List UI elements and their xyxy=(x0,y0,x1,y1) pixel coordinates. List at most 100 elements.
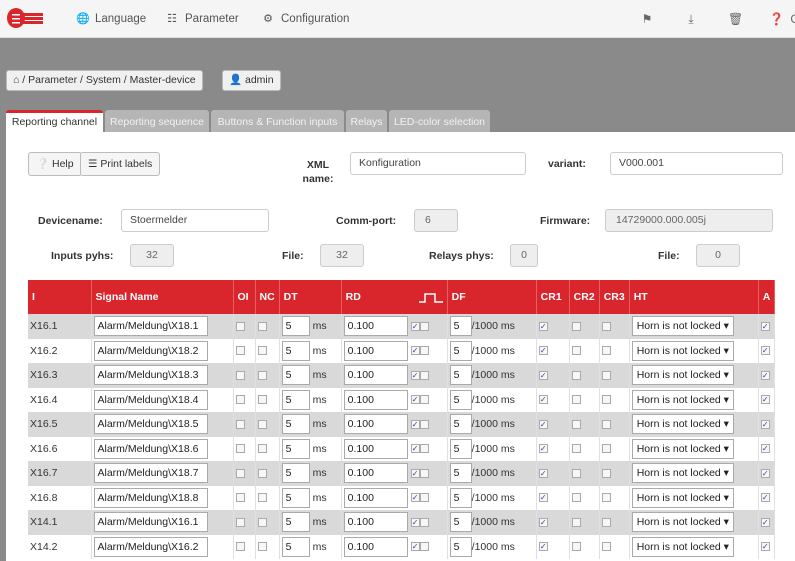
cr2-checkbox[interactable] xyxy=(571,493,581,503)
cr1-checkbox[interactable]: ✓ xyxy=(538,468,548,478)
rd-input[interactable]: 0.100 xyxy=(343,487,408,508)
signal-name-input[interactable]: Alarm/Meldung\X18.1 xyxy=(93,316,208,337)
a-checkbox[interactable]: ✓ xyxy=(760,321,770,331)
a-checkbox[interactable]: ✓ xyxy=(760,395,770,405)
horn-lock-select[interactable]: Horn is not locked ▾ xyxy=(631,512,734,533)
nav-configuration[interactable]: ⚙ Configuration xyxy=(262,0,349,38)
horn-lock-select[interactable]: Horn is not locked ▾ xyxy=(631,463,734,484)
cr3-checkbox[interactable] xyxy=(601,346,611,356)
horn-lock-select[interactable]: Horn is not locked ▾ xyxy=(631,487,734,508)
nav-language[interactable]: 🌐 Language xyxy=(76,0,146,38)
cr3-checkbox[interactable] xyxy=(601,517,611,527)
rd-checkbox-off[interactable] xyxy=(419,444,429,454)
cr3-checkbox[interactable] xyxy=(601,395,611,405)
signal-name-input[interactable]: Alarm/Meldung\X18.3 xyxy=(93,365,208,386)
cr2-checkbox[interactable] xyxy=(571,370,581,380)
dt-input[interactable]: 5 xyxy=(281,365,310,386)
signal-name-input[interactable]: Alarm/Meldung\X16.1 xyxy=(93,512,208,533)
nc-checkbox[interactable] xyxy=(257,395,267,405)
cr2-checkbox[interactable] xyxy=(571,346,581,356)
signal-name-input[interactable]: Alarm/Meldung\X16.2 xyxy=(93,536,208,557)
tab-relays[interactable]: Relays xyxy=(346,110,387,132)
cr1-checkbox[interactable]: ✓ xyxy=(538,419,548,429)
oi-checkbox[interactable] xyxy=(235,370,245,380)
rd-checkbox-off[interactable] xyxy=(419,395,429,405)
oi-checkbox[interactable] xyxy=(235,321,245,331)
df-input[interactable]: 5 xyxy=(449,463,472,484)
signal-name-input[interactable]: Alarm/Meldung\X18.2 xyxy=(93,340,208,361)
oi-checkbox[interactable] xyxy=(235,444,245,454)
signal-name-input[interactable]: Alarm/Meldung\X18.8 xyxy=(93,487,208,508)
cr1-checkbox[interactable]: ✓ xyxy=(538,517,548,527)
rd-checkbox-off[interactable] xyxy=(419,346,429,356)
signal-name-input[interactable]: Alarm/Meldung\X18.4 xyxy=(93,389,208,410)
df-input[interactable]: 5 xyxy=(449,389,472,410)
oi-checkbox[interactable] xyxy=(235,542,245,552)
df-input[interactable]: 5 xyxy=(449,340,472,361)
rd-checkbox-off[interactable] xyxy=(419,468,429,478)
user-button[interactable]: 👤 admin xyxy=(222,70,281,91)
cr1-checkbox[interactable]: ✓ xyxy=(538,395,548,405)
rd-input[interactable]: 0.100 xyxy=(343,389,408,410)
signal-name-input[interactable]: Alarm/Meldung\X18.6 xyxy=(93,438,208,459)
cr3-checkbox[interactable] xyxy=(601,419,611,429)
df-input[interactable]: 5 xyxy=(449,536,472,557)
df-input[interactable]: 5 xyxy=(449,438,472,459)
cr2-checkbox[interactable] xyxy=(571,321,581,331)
cr2-checkbox[interactable] xyxy=(571,517,581,527)
cr2-checkbox[interactable] xyxy=(571,542,581,552)
cr2-checkbox[interactable] xyxy=(571,419,581,429)
rd-checkbox-on[interactable]: ✓ xyxy=(410,321,420,331)
rd-checkbox-off[interactable] xyxy=(419,542,429,552)
horn-lock-select[interactable]: Horn is not locked ▾ xyxy=(631,365,734,386)
tab-reporting-channel[interactable]: Reporting channel xyxy=(6,110,103,132)
rd-checkbox-on[interactable]: ✓ xyxy=(410,419,420,429)
horn-lock-select[interactable]: Horn is not locked ▾ xyxy=(631,389,734,410)
cr3-checkbox[interactable] xyxy=(601,493,611,503)
cr1-checkbox[interactable]: ✓ xyxy=(538,321,548,331)
dt-input[interactable]: 5 xyxy=(281,340,310,361)
rd-input[interactable]: 0.100 xyxy=(343,463,408,484)
flag-icon[interactable]: ⚑ xyxy=(640,12,654,26)
dt-input[interactable]: 5 xyxy=(281,438,310,459)
dt-input[interactable]: 5 xyxy=(281,414,310,435)
df-input[interactable]: 5 xyxy=(449,365,472,386)
a-checkbox[interactable]: ✓ xyxy=(760,444,770,454)
cr3-checkbox[interactable] xyxy=(601,321,611,331)
rd-checkbox-on[interactable]: ✓ xyxy=(410,395,420,405)
rd-input[interactable]: 0.100 xyxy=(343,316,408,337)
rd-checkbox-off[interactable] xyxy=(419,321,429,331)
tab-reporting-sequence[interactable]: Reporting sequence xyxy=(105,110,209,132)
nc-checkbox[interactable] xyxy=(257,370,267,380)
nc-checkbox[interactable] xyxy=(257,444,267,454)
rd-checkbox-on[interactable]: ✓ xyxy=(410,517,420,527)
horn-lock-select[interactable]: Horn is not locked ▾ xyxy=(631,438,734,459)
a-checkbox[interactable]: ✓ xyxy=(760,468,770,478)
oi-checkbox[interactable] xyxy=(235,419,245,429)
print-labels-button[interactable]: ☰ Print labels xyxy=(80,152,161,176)
help-icon[interactable]: ❓ xyxy=(769,12,784,26)
dt-input[interactable]: 5 xyxy=(281,463,310,484)
nc-checkbox[interactable] xyxy=(257,542,267,552)
nav-parameter[interactable]: ☷ Parameter xyxy=(166,0,239,38)
rd-checkbox-on[interactable]: ✓ xyxy=(410,370,420,380)
trash-icon[interactable]: 🗑 xyxy=(728,12,743,26)
cr1-checkbox[interactable]: ✓ xyxy=(538,346,548,356)
a-checkbox[interactable]: ✓ xyxy=(760,517,770,527)
rd-checkbox-on[interactable]: ✓ xyxy=(410,542,420,552)
cr1-checkbox[interactable]: ✓ xyxy=(538,444,548,454)
nc-checkbox[interactable] xyxy=(257,517,267,527)
oi-checkbox[interactable] xyxy=(235,493,245,503)
dt-input[interactable]: 5 xyxy=(281,316,310,337)
dt-input[interactable]: 5 xyxy=(281,512,310,533)
nc-checkbox[interactable] xyxy=(257,493,267,503)
variant-input[interactable]: V000.001 xyxy=(610,152,783,175)
xml-name-input[interactable]: Konfiguration xyxy=(350,152,526,175)
oi-checkbox[interactable] xyxy=(235,346,245,356)
oi-checkbox[interactable] xyxy=(235,517,245,527)
rd-input[interactable]: 0.100 xyxy=(343,340,408,361)
a-checkbox[interactable]: ✓ xyxy=(760,346,770,356)
rd-input[interactable]: 0.100 xyxy=(343,512,408,533)
cr3-checkbox[interactable] xyxy=(601,468,611,478)
signal-name-input[interactable]: Alarm/Meldung\X18.7 xyxy=(93,463,208,484)
